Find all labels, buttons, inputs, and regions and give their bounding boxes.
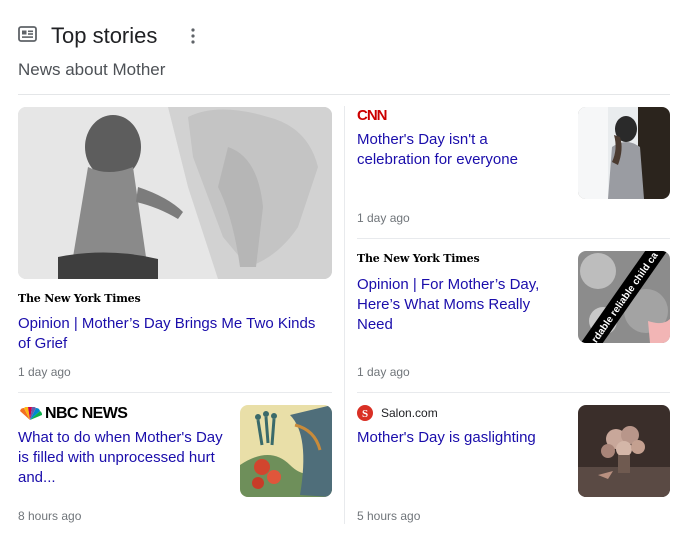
source-logo-cnn: CNN: [357, 107, 387, 124]
story-headline[interactable]: Opinion | Mother’s Day Brings Me Two Kin…: [18, 314, 318, 354]
story-headline[interactable]: Opinion | For Mother’s Day, Here’s What …: [357, 275, 562, 335]
story-card-3[interactable]: The New York Times Opinion | For Mother’…: [357, 251, 670, 381]
story-time: 5 hours ago: [357, 509, 421, 523]
column-divider: [344, 106, 345, 524]
row-divider: [18, 392, 332, 393]
row-divider: [357, 238, 670, 239]
story-image-illustration[interactable]: [240, 405, 332, 497]
story-headline[interactable]: What to do when Mother's Day is filled w…: [18, 428, 223, 488]
top-stories-header: Top stories: [18, 22, 670, 52]
story-time: 1 day ago: [357, 365, 410, 379]
story-card-1[interactable]: The New York Times Opinion | Mother’s Da…: [18, 107, 332, 385]
story-headline[interactable]: Mother's Day isn't a celebration for eve…: [357, 130, 562, 170]
more-vert-icon[interactable]: [188, 26, 198, 46]
story-image-collage[interactable]: rdable reliable child ca: [578, 251, 670, 343]
source-logo-nbc: NBC NEWS: [18, 405, 128, 423]
news-icon: [18, 26, 37, 42]
story-time: 8 hours ago: [18, 509, 82, 523]
salon-favicon-icon: S: [357, 405, 373, 421]
source-logo-nyt: The New York Times: [357, 252, 480, 265]
story-image-woman[interactable]: [578, 107, 670, 199]
story-image-sketch[interactable]: [18, 107, 332, 279]
story-card-4[interactable]: NBC NEWS What to do when Mother's Day is…: [18, 405, 332, 525]
header-divider: [18, 94, 670, 95]
story-card-2[interactable]: CNN Mother's Day isn't a celebration for…: [357, 107, 670, 227]
section-subtitle: News about Mother: [18, 60, 166, 79]
story-image-flowers[interactable]: [578, 405, 670, 497]
source-logo-nyt: The New York Times: [18, 292, 141, 305]
story-time: 1 day ago: [18, 365, 71, 379]
row-divider: [357, 392, 670, 393]
story-card-5[interactable]: S Salon.com Mother's Day is gaslighting …: [357, 405, 670, 525]
source-logo-salon: S Salon.com: [357, 405, 438, 421]
nbc-peacock-icon: [20, 407, 42, 420]
page-title: Top stories: [51, 23, 158, 48]
svg-text:S: S: [362, 408, 368, 420]
story-headline[interactable]: Mother's Day is gaslighting: [357, 428, 562, 448]
story-time: 1 day ago: [357, 211, 410, 225]
